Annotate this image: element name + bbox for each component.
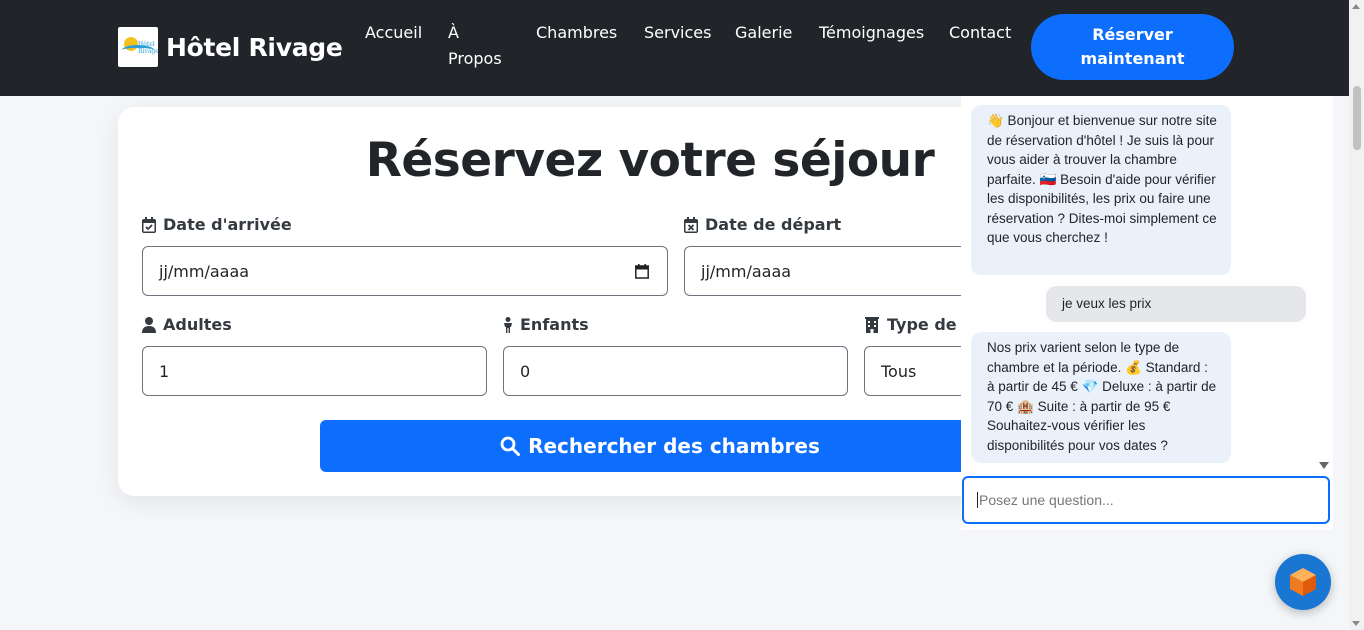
page-scrollbar[interactable] <box>1349 0 1364 630</box>
search-icon <box>500 436 521 456</box>
arrival-date-input[interactable]: jj/mm/aaaa <box>142 246 668 296</box>
chat-toggle-button[interactable] <box>1275 554 1331 610</box>
adults-label: Adultes <box>142 315 232 334</box>
chat-scroll-down-icon[interactable] <box>1319 462 1329 469</box>
user-icon <box>142 316 156 333</box>
nav-services[interactable]: Services <box>644 20 711 46</box>
hotel-logo: Hôtel Rivage <box>118 27 158 67</box>
chat-user-message: je veux les prix <box>1046 286 1306 322</box>
nav-chambres[interactable]: Chambres <box>536 20 617 46</box>
reserve-now-button[interactable]: Réserver maintenant <box>1031 14 1234 80</box>
child-icon <box>504 316 512 333</box>
nav-contact[interactable]: Contact <box>949 20 1011 46</box>
chat-panel: 👋 Bonjour et bienvenue sur notre site de… <box>961 96 1333 530</box>
nav-temoignages[interactable]: Témoignages <box>819 20 924 46</box>
adults-input[interactable]: 1 <box>142 346 487 396</box>
calendar-check-icon <box>142 216 156 233</box>
chat-cube-icon <box>1290 568 1316 596</box>
departure-label: Date de départ <box>684 215 841 234</box>
children-input[interactable]: 0 <box>503 346 848 396</box>
chat-input[interactable]: Posez une question... <box>962 476 1330 524</box>
building-icon <box>865 316 879 333</box>
room-type-label: Type de c <box>864 315 972 334</box>
scroll-down-icon[interactable] <box>1352 621 1360 626</box>
calendar-x-icon <box>684 216 698 233</box>
scrollbar-thumb[interactable] <box>1353 86 1361 150</box>
nav-galerie[interactable]: Galerie <box>735 20 792 46</box>
chat-bot-message: 👋 Bonjour et bienvenue sur notre site de… <box>971 105 1231 275</box>
arrival-label: Date d'arrivée <box>142 215 292 234</box>
scroll-up-icon[interactable] <box>1352 4 1360 9</box>
navbar: Hôtel Rivage Hôtel Rivage Accueil À Propo… <box>0 0 1364 96</box>
nav-accueil[interactable]: Accueil <box>365 20 422 46</box>
calendar-icon[interactable] <box>635 264 649 279</box>
chat-bot-message: Nos prix varient selon le type de chambr… <box>971 332 1231 463</box>
brand-name: Hôtel Rivage <box>166 32 343 62</box>
brand[interactable]: Hôtel Rivage Hôtel Rivage <box>118 27 343 67</box>
nav-a-propos[interactable]: À Propos <box>448 20 502 72</box>
children-label: Enfants <box>503 315 589 334</box>
search-rooms-button[interactable]: Rechercher des chambres <box>320 420 1000 472</box>
